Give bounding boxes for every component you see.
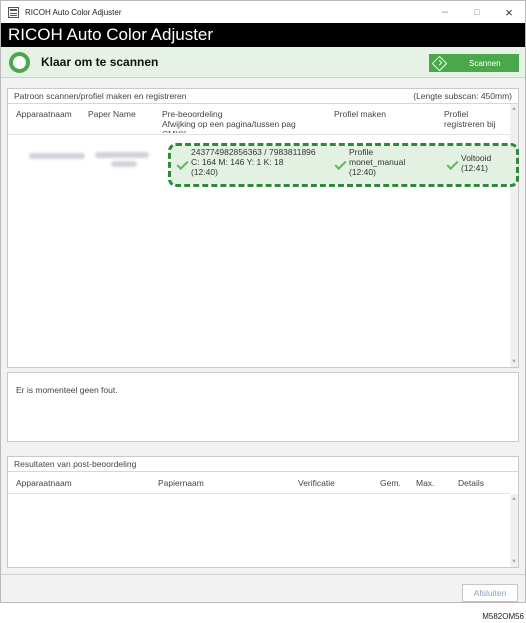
app-window: RICOH Auto Color Adjuster – □ × RICOH Au… [0, 0, 526, 603]
status-bar: Klaar om te scannen Scannen [1, 47, 525, 78]
col-pre-judgement: Pre-beoordeling [162, 109, 223, 119]
post-header-divider [8, 493, 510, 494]
col-profile-make: Profiel maken [334, 109, 386, 119]
scan-panel-header: Patroon scannen/profiel maken en registr… [8, 89, 518, 104]
post-col-paper: Papiernaam [158, 478, 204, 488]
device-name-redacted [29, 153, 85, 159]
maximize-button[interactable]: □ [461, 1, 493, 23]
error-message: Er is momenteel geen fout. [16, 385, 118, 395]
app-header: RICOH Auto Color Adjuster [1, 23, 525, 47]
scroll-up-icon[interactable]: ▲ [511, 106, 517, 112]
col-profile-register-2: registreren bij [444, 119, 496, 129]
post-col-avg: Gem. [380, 478, 401, 488]
scan-icon [431, 55, 448, 71]
app-icon [8, 6, 19, 18]
scan-button-label: Scannen [469, 58, 501, 68]
header-divider [8, 134, 510, 135]
subscan-length: (Lengte subscan: 450mm) [413, 91, 512, 101]
scroll-down-icon[interactable]: ▼ [511, 359, 517, 365]
col-paper-name: Paper Name [88, 109, 136, 119]
figure-code: M582OM56 [482, 612, 524, 621]
post-col-details: Details [458, 478, 484, 488]
post-panel-scrollbar[interactable]: ▲ ▼ [510, 494, 518, 567]
close-button[interactable]: × [493, 1, 525, 23]
post-col-verification: Verificatie [298, 478, 335, 488]
col-pre-cmyk: CMYK [162, 129, 187, 133]
scan-panel-title: Patroon scannen/profiel maken en registr… [14, 91, 187, 101]
minimize-button[interactable]: – [429, 1, 461, 23]
post-scroll-up-icon[interactable]: ▲ [511, 496, 517, 502]
post-col-max: Max. [416, 478, 435, 488]
post-col-device: Apparaatnaam [16, 478, 72, 488]
window-controls: – □ × [429, 1, 525, 23]
col-device-name: Apparaatnaam [16, 109, 72, 119]
paper-name-redacted [95, 152, 149, 158]
post-panel-header: Resultaten van post-beoordeling [8, 457, 518, 472]
ready-status-icon [9, 52, 30, 73]
title-bar: RICOH Auto Color Adjuster – □ × [1, 1, 525, 23]
scan-profile-panel: Patroon scannen/profiel maken en registr… [7, 88, 519, 368]
window-title: RICOH Auto Color Adjuster [25, 7, 122, 17]
close-app-button[interactable]: Afsluiten [462, 584, 518, 602]
post-judgement-panel: Resultaten van post-beoordeling Apparaat… [7, 456, 519, 568]
error-panel: Er is momenteel geen fout. [7, 372, 519, 442]
status-text: Klaar om te scannen [41, 55, 159, 69]
scan-button[interactable]: Scannen [429, 54, 519, 72]
footer-divider [1, 574, 525, 575]
post-scroll-down-icon[interactable]: ▼ [511, 559, 517, 565]
highlight-callout [168, 143, 519, 187]
paper-name-redacted-2 [111, 161, 137, 167]
col-profile-register-1: Profiel [444, 109, 469, 119]
col-pre-deviation: Afwijking op een pagina/tussen pag [162, 119, 296, 129]
post-panel-title: Resultaten van post-beoordeling [14, 459, 137, 469]
